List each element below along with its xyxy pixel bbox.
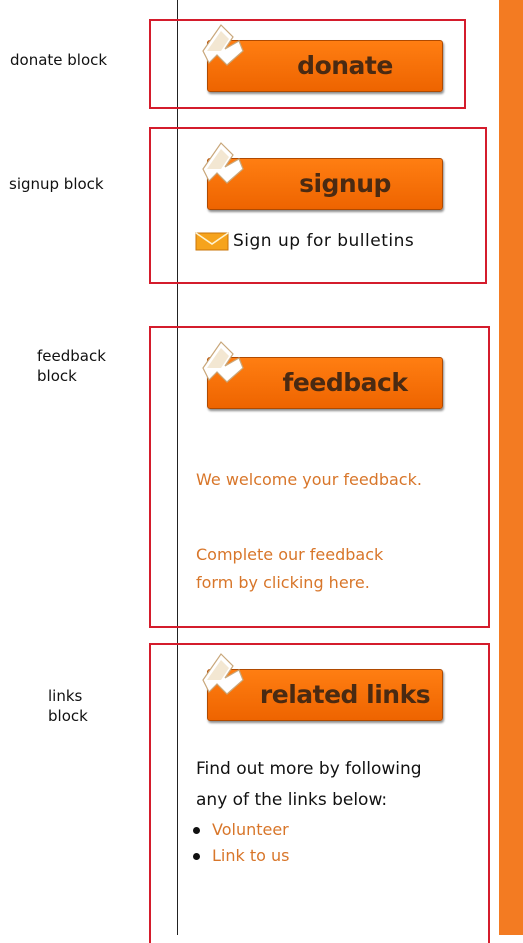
annotation-line: block — [37, 367, 77, 385]
links-block: related links Find out more by following… — [149, 643, 490, 943]
feedback-form-line: form by clicking here. — [196, 573, 370, 592]
feedback-form-link[interactable]: Complete our feedback form by clicking h… — [196, 541, 383, 597]
annotation-feedback-block: feedback block — [37, 346, 106, 386]
orange-side-bar — [499, 0, 523, 935]
annotation-line: links — [48, 687, 83, 705]
links-intro-text: Find out more by following any of the li… — [196, 754, 422, 816]
donate-button-label: donate — [297, 51, 393, 80]
bulletin-link-label: Sign up for bulletins — [233, 231, 415, 251]
ribbon-logo-icon — [202, 653, 244, 695]
envelope-icon — [195, 232, 229, 251]
related-links-list: Volunteer Link to us — [188, 817, 289, 869]
links-intro-line: any of the links below: — [196, 790, 388, 810]
annotation-signup-block: signup block — [9, 175, 104, 193]
link-to-us-link[interactable]: Link to us — [212, 846, 289, 865]
feedback-welcome-text: We welcome your feedback. — [196, 470, 422, 489]
bulletin-signup-link[interactable]: Sign up for bulletins — [195, 229, 414, 253]
annotation-links-block: links block — [48, 686, 88, 726]
bullet — [193, 853, 200, 860]
signup-button-label: signup — [299, 169, 391, 198]
list-item: Link to us — [188, 843, 289, 869]
feedback-form-line: Complete our feedback — [196, 545, 384, 564]
annotation-line: feedback — [37, 347, 106, 365]
ribbon-logo-icon — [202, 142, 244, 184]
list-item: Volunteer — [188, 817, 289, 843]
signup-block: signup Sign up for bulletins — [149, 127, 487, 284]
annotation-line: block — [48, 707, 88, 725]
donate-block: donate — [149, 19, 466, 109]
related-links-button-label: related links — [259, 680, 431, 709]
ribbon-logo-icon — [202, 341, 244, 383]
annotation-donate-block: donate block — [10, 51, 108, 69]
ribbon-logo-icon — [202, 24, 244, 66]
feedback-button-label: feedback — [282, 368, 408, 397]
bullet — [193, 827, 200, 834]
volunteer-link[interactable]: Volunteer — [212, 820, 289, 839]
feedback-block: feedback We welcome your feedback. Compl… — [149, 326, 490, 628]
links-intro-line: Find out more by following — [196, 759, 422, 779]
